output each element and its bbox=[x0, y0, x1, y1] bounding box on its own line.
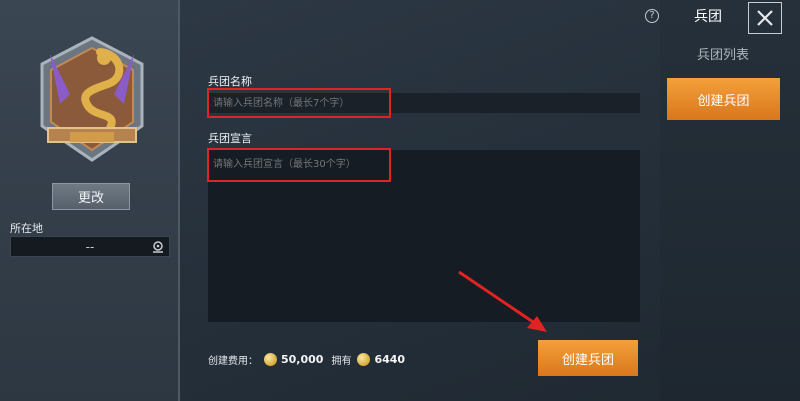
create-legion-button[interactable]: 创建兵团 bbox=[538, 340, 638, 376]
name-label: 兵团名称 bbox=[208, 75, 252, 88]
location-pin-icon[interactable] bbox=[151, 240, 165, 254]
location-value: -- bbox=[85, 239, 95, 254]
change-button[interactable]: 更改 bbox=[52, 183, 130, 210]
cost-label: 创建费用： bbox=[208, 355, 258, 367]
tab-create-legion[interactable]: 创建兵团 bbox=[667, 78, 780, 120]
location-field[interactable]: -- bbox=[10, 236, 170, 257]
owned-value: 6440 bbox=[374, 352, 406, 366]
owned-label: 拥有 bbox=[331, 355, 352, 367]
close-button[interactable] bbox=[748, 2, 782, 34]
cost-value: 50,000 bbox=[281, 352, 324, 366]
cost-row: 创建费用： 50,000 拥有 6440 bbox=[208, 350, 405, 368]
legion-declaration-input[interactable] bbox=[208, 150, 640, 322]
coin-icon bbox=[357, 352, 371, 366]
legion-name-input[interactable] bbox=[208, 93, 640, 113]
tab-legion-list[interactable]: 兵团列表 bbox=[668, 44, 778, 66]
coin-icon bbox=[264, 352, 277, 366]
desc-label: 兵团宣言 bbox=[208, 132, 252, 145]
help-icon[interactable]: ? bbox=[645, 9, 659, 23]
crest-emblem-icon bbox=[40, 36, 144, 162]
close-icon bbox=[757, 10, 773, 26]
tab-legion[interactable]: 兵团 bbox=[670, 0, 746, 32]
location-label: 所在地 bbox=[10, 222, 43, 235]
